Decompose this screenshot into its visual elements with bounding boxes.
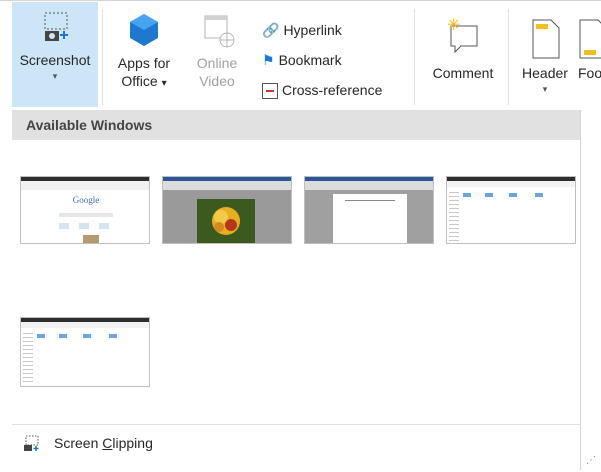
screen-clipping-label: Screen Clipping — [54, 435, 153, 451]
cross-reference-button[interactable]: Cross-reference — [262, 79, 382, 101]
window-thumbnail-explorer-1[interactable] — [446, 176, 576, 244]
text-line — [345, 200, 395, 201]
window-thumbnail-google[interactable]: Google — [20, 176, 150, 244]
window-thumbnail-word-flower[interactable] — [162, 176, 292, 244]
header-label: Header — [522, 65, 568, 81]
footer-button[interactable]: Foo — [578, 2, 601, 82]
apps-for-office-line1: Apps for — [117, 55, 171, 71]
document-page — [333, 194, 407, 243]
bookmark-flag-icon: ⚑ — [262, 52, 275, 68]
nav-pane — [23, 330, 33, 384]
apps-for-office-line2: Office — [121, 73, 158, 89]
footer-icon — [579, 19, 601, 59]
drive-icon — [463, 193, 471, 197]
drive-icon — [109, 334, 117, 338]
explorer-toolbar — [447, 181, 575, 187]
comment-button[interactable]: ✳ Comment — [420, 2, 506, 82]
chevron-down-icon: ▾ — [52, 71, 58, 81]
label-part: Screen — [54, 435, 103, 451]
ribbon-separator — [508, 9, 509, 105]
tile — [59, 223, 69, 229]
word-ribbon — [305, 181, 433, 190]
online-video-line1: Online — [196, 55, 238, 71]
apps-for-office-icon — [130, 14, 158, 46]
drive-icon — [59, 334, 67, 338]
apps-for-office-button[interactable]: Apps for Office ▾ — [106, 2, 182, 93]
online-video-button[interactable]: Online Video — [184, 2, 250, 90]
ribbon: Screenshot ▾ Apps for Office ▾ Online Vi… — [0, 0, 601, 119]
tile — [79, 223, 89, 229]
explorer-toolbar — [21, 322, 149, 328]
accelerator-key: C — [102, 435, 113, 451]
screenshot-button[interactable]: Screenshot ▾ — [12, 2, 98, 107]
ribbon-separator — [102, 9, 103, 105]
screen-clipping-icon — [24, 435, 39, 452]
hyperlink-label: Hyperlink — [283, 22, 342, 38]
screen-clipping-button[interactable]: Screen Clipping — [22, 433, 153, 453]
hyperlink-button[interactable]: 🔗 Hyperlink — [262, 19, 342, 41]
apps-for-office-line2-wrap: Office ▾ — [106, 72, 182, 93]
drive-icon — [485, 193, 493, 197]
window-thumbnail-word-document[interactable] — [304, 176, 434, 244]
svg-text:✳: ✳ — [447, 16, 460, 34]
nav-pane — [449, 189, 459, 241]
comment-icon: ✳ — [447, 15, 478, 54]
chevron-down-icon: ▾ — [542, 84, 548, 94]
hyperlink-icon: 🔗 — [262, 22, 280, 38]
drive-icon — [535, 193, 543, 197]
ribbon-separator — [414, 9, 415, 105]
browser-toolbar — [21, 181, 149, 190]
word-ribbon — [163, 181, 291, 190]
tile — [99, 223, 109, 229]
search-box — [59, 213, 113, 217]
panel-border — [580, 110, 581, 470]
comment-label: Comment — [432, 65, 494, 81]
image-tile — [83, 235, 99, 243]
panel-divider — [12, 424, 580, 425]
google-logo: Google — [72, 195, 100, 205]
footer-label: Foo — [578, 65, 601, 81]
bookmark-button[interactable]: ⚑ Bookmark — [262, 49, 342, 71]
available-windows-header: Available Windows — [12, 110, 580, 140]
drive-icon — [37, 334, 45, 338]
label-part: lipping — [112, 435, 153, 451]
header-button[interactable]: Header ▾ — [514, 2, 576, 94]
screenshot-label: Screenshot — [19, 52, 91, 68]
flower-icon — [212, 207, 240, 235]
header-icon — [532, 19, 560, 59]
chevron-down-icon: ▾ — [161, 78, 167, 89]
drive-icon — [509, 193, 517, 197]
cross-reference-label: Cross-reference — [282, 82, 383, 98]
cross-reference-icon — [262, 83, 278, 100]
online-video-icon — [204, 15, 235, 48]
window-thumbnail-explorer-2[interactable] — [20, 317, 150, 387]
bookmark-label: Bookmark — [278, 52, 342, 68]
resize-grip-icon[interactable]: ⋰ — [586, 455, 596, 466]
screenshot-icon — [44, 12, 68, 41]
online-video-line2: Video — [199, 73, 235, 89]
flower-photo — [197, 199, 255, 243]
drive-icon — [83, 334, 91, 338]
